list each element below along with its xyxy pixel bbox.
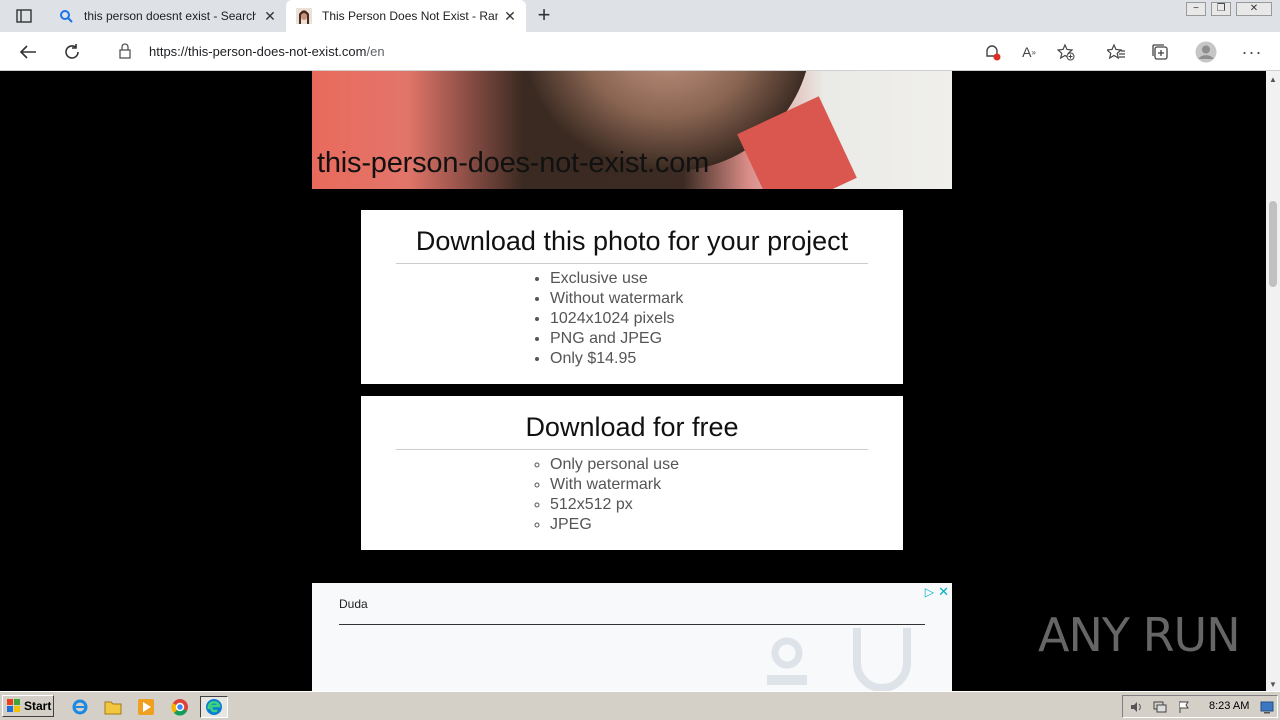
volume-icon[interactable] — [1129, 700, 1143, 714]
read-aloud-icon[interactable]: A» — [1017, 40, 1041, 64]
lock-icon[interactable] — [118, 43, 134, 59]
ad-close-icon[interactable]: ✕ — [938, 584, 949, 600]
paid-features-list: Exclusive use Without watermark 1024x102… — [550, 269, 903, 369]
collections-icon[interactable] — [1148, 40, 1172, 64]
search-icon — [58, 8, 74, 24]
file-explorer-icon[interactable] — [102, 696, 124, 718]
url-path: /en — [366, 44, 385, 59]
tab-search[interactable]: this person doesnt exist - Search ✕ — [48, 0, 286, 32]
more-menu-icon[interactable]: ··· — [1240, 40, 1264, 64]
paid-download-card[interactable]: Download this photo for your project Exc… — [361, 210, 903, 384]
tab-strip: this person doesnt exist - Search ✕ This… — [0, 0, 1280, 32]
notification-blocked-icon[interactable] — [980, 40, 1004, 64]
address-bar[interactable]: https://this-person-does-not-exist.com/e… — [102, 36, 1087, 67]
edge-icon[interactable] — [200, 696, 228, 718]
list-item: Only $14.95 — [550, 349, 903, 369]
photo-watermark: this-person-does-not-exist.com — [317, 147, 710, 179]
close-tab-icon[interactable]: ✕ — [262, 8, 278, 24]
free-card-title: Download for free — [396, 412, 868, 450]
ad-decoration-graphic — [767, 628, 911, 691]
list-item: 512x512 px — [550, 495, 903, 515]
paid-card-title: Download this photo for your project — [396, 226, 868, 264]
network-icon[interactable] — [1153, 700, 1167, 714]
minimize-button[interactable]: − — [1186, 2, 1206, 16]
free-features-list: Only personal use With watermark 512x512… — [550, 455, 903, 535]
list-item: JPEG — [550, 515, 903, 535]
chrome-icon[interactable] — [169, 696, 191, 718]
action-center-flag-icon[interactable] — [1177, 700, 1191, 714]
close-tab-icon[interactable]: ✕ — [502, 8, 518, 24]
start-label: Start — [24, 699, 52, 713]
refresh-icon[interactable] — [60, 40, 84, 64]
profile-avatar-icon[interactable] — [1194, 40, 1218, 64]
tab-title: this person doesnt exist - Search — [84, 9, 256, 23]
ad-brand: Duda — [339, 597, 368, 611]
list-item: PNG and JPEG — [550, 329, 903, 349]
portrait-favicon — [296, 8, 312, 24]
tab-actions-icon[interactable] — [8, 6, 40, 26]
generated-person-photo: this-person-does-not-exist.com — [312, 71, 952, 189]
favorites-icon[interactable] — [1104, 40, 1128, 64]
anyrun-watermark: ANY RUN — [1038, 608, 1241, 662]
system-tray: 8:23 AM — [1122, 695, 1278, 718]
url-host: https://this-person-does-not-exist.com — [149, 44, 367, 59]
browser-toolbar: https://this-person-does-not-exist.com/e… — [0, 32, 1280, 71]
restore-button[interactable]: ❐ — [1211, 2, 1231, 16]
windows-logo-icon — [7, 699, 20, 712]
list-item: 1024x1024 pixels — [550, 309, 903, 329]
windows-taskbar: Start 8:23 AM — [0, 691, 1280, 720]
list-item: Without watermark — [550, 289, 903, 309]
scroll-up-icon[interactable]: ▲ — [1269, 75, 1277, 84]
internet-explorer-icon[interactable] — [69, 696, 91, 718]
list-item: Only personal use — [550, 455, 903, 475]
page-content: this-person-does-not-exist.com Download … — [0, 71, 1266, 691]
scroll-down-icon[interactable]: ▼ — [1269, 680, 1277, 689]
list-item: With watermark — [550, 475, 903, 495]
media-player-icon[interactable] — [135, 696, 157, 718]
add-favorite-icon[interactable] — [1054, 40, 1078, 64]
back-icon[interactable] — [16, 40, 40, 64]
advertisement[interactable]: Duda ▷ ✕ — [312, 583, 952, 691]
url-text: https://this-person-does-not-exist.com/e… — [149, 44, 385, 59]
scrollbar-thumb[interactable] — [1269, 201, 1277, 287]
new-tab-button[interactable]: + — [532, 4, 556, 28]
tab-this-person[interactable]: This Person Does Not Exist - Random Pers… — [286, 0, 526, 32]
page-scrollbar[interactable]: ▲ ▼ — [1266, 71, 1280, 691]
adchoices-icon[interactable]: ▷ — [925, 585, 934, 599]
clock[interactable]: 8:23 AM — [1209, 700, 1249, 712]
close-window-button[interactable]: ✕ — [1236, 2, 1272, 16]
list-item: Exclusive use — [550, 269, 903, 289]
show-desktop-icon[interactable] — [1260, 700, 1274, 714]
tab-title: This Person Does Not Exist - Random Pers… — [322, 9, 498, 23]
start-button[interactable]: Start — [2, 695, 54, 717]
free-download-card[interactable]: Download for free Only personal use With… — [361, 396, 903, 550]
